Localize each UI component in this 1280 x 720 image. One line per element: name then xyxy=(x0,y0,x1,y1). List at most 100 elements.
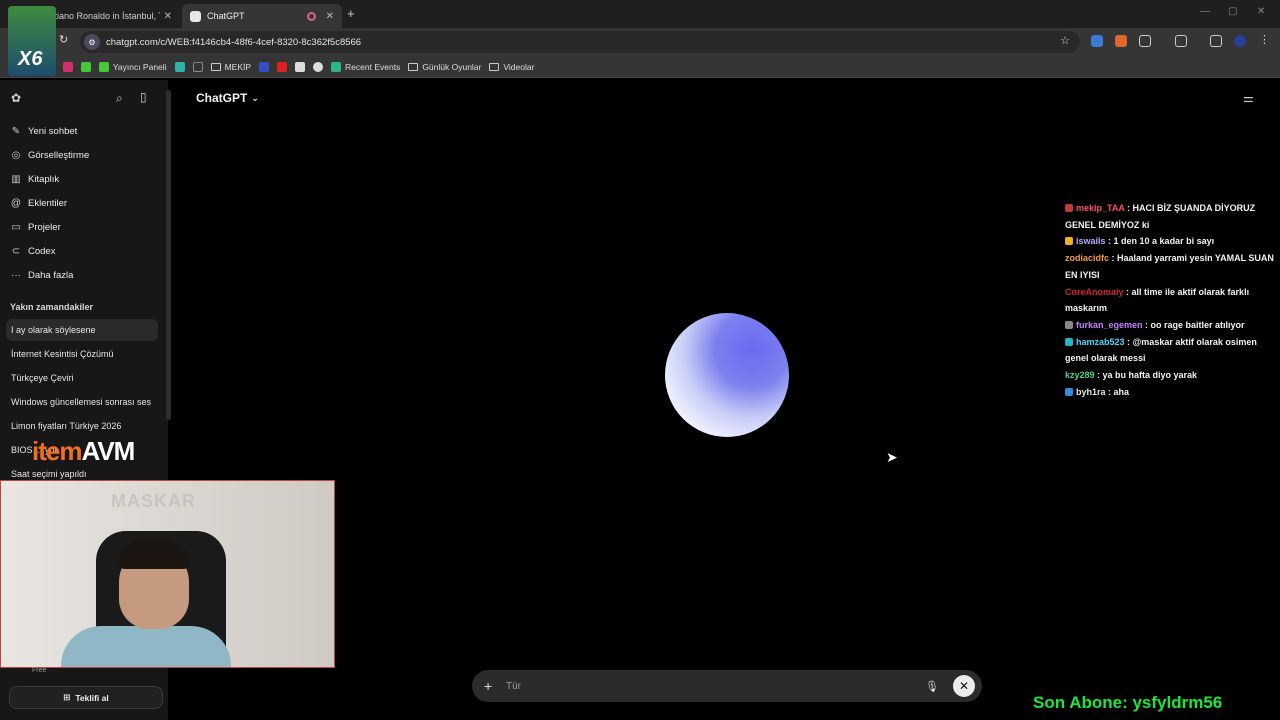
tab-bar: istiano Ronaldo in İstanbul, T ✕ ChatGPT… xyxy=(0,0,1280,28)
extension-icon[interactable] xyxy=(1091,35,1103,47)
kick-icon[interactable] xyxy=(80,61,91,72)
sidebar-item-library[interactable]: ▥ Kitaplık xyxy=(10,174,59,185)
close-icon[interactable]: ✕ xyxy=(326,11,334,22)
chat-username: iswails xyxy=(1076,236,1106,247)
openai-logo-icon[interactable]: ✿ xyxy=(11,91,21,105)
tab-title: istiano Ronaldo in İstanbul, T xyxy=(48,11,160,21)
tab-chatgpt[interactable]: ChatGPT ✕ xyxy=(182,4,342,28)
chat-message: CoreAnomaly : all time ile aktif olarak … xyxy=(1065,284,1275,317)
minimize-icon[interactable]: — xyxy=(1200,6,1210,17)
recent-chat-item[interactable]: İnternet Kesintisi Çözümü xyxy=(6,343,158,365)
reload-icon[interactable]: ↻ xyxy=(59,33,68,46)
model-selector[interactable]: ChatGPT ⌄ xyxy=(196,91,259,105)
sidebar-panel-icon[interactable] xyxy=(1175,35,1187,47)
composer-input[interactable]: Tür xyxy=(506,681,925,692)
extension-icon[interactable] xyxy=(1115,35,1127,47)
app-icon[interactable] xyxy=(259,61,270,72)
new-tab-button[interactable]: + xyxy=(347,6,355,21)
webcam-feed: MASKAR xyxy=(0,480,335,668)
upgrade-button[interactable]: ⊞ Teklifi al xyxy=(9,686,163,709)
chat-username: CoreAnomaly xyxy=(1065,286,1124,297)
recording-icon xyxy=(306,11,316,21)
bookmark-label: Yayıncı Paneli xyxy=(112,61,167,72)
bookmark-mekip[interactable]: MEKİP xyxy=(210,61,252,72)
end-voice-button[interactable]: ✕ xyxy=(953,675,975,697)
chatgpt-favicon-icon xyxy=(190,10,201,22)
sidebar-item-label: Projeler xyxy=(28,222,61,233)
chat-text: : aha xyxy=(1105,386,1130,397)
sidebar-item-label: Codex xyxy=(28,246,56,257)
message-composer[interactable]: + Tür 🎙 ✕ xyxy=(472,670,982,702)
chatgpt-icon[interactable] xyxy=(313,61,324,72)
maximize-icon[interactable]: ▢ xyxy=(1228,6,1237,17)
sidebar-toggle-icon[interactable]: ▯ xyxy=(140,90,147,104)
sidebar-item-plugins[interactable]: @ Eklentiler xyxy=(10,198,67,209)
recent-chat-item[interactable]: I ay olarak söylesene xyxy=(6,319,158,341)
chat-message: kzy289 : ya bu hafta diyo yarak xyxy=(1065,367,1275,384)
chat-message: zodiacidfc : Haaland yarrami yesin YAMAL… xyxy=(1065,250,1275,283)
codex-icon: ⊂ xyxy=(11,246,21,257)
bookmark-label: Günlük Oyunlar xyxy=(422,61,482,72)
chat-username: zodiacidfc xyxy=(1065,253,1110,264)
sidebar-item-projects[interactable]: ▭ Projeler xyxy=(10,222,61,233)
last-subscriber: Son Abone: ysfyldrm56 xyxy=(1033,693,1223,712)
mouse-cursor-icon: ➤ xyxy=(886,449,898,465)
streamer-hair xyxy=(119,539,189,569)
upgrade-label: Teklifi al xyxy=(75,692,109,703)
bookmark-recent-events[interactable]: Recent Events xyxy=(331,61,400,72)
sidebar-item-images[interactable]: ◎ Görselleştirme xyxy=(10,150,90,161)
chat-badge-icon xyxy=(1065,204,1073,212)
chat-username: mekip_TAA xyxy=(1076,203,1125,213)
profile-avatar[interactable] xyxy=(1234,35,1246,47)
chat-username: hamzab523 xyxy=(1076,336,1125,347)
microphone-icon[interactable]: 🎙 xyxy=(925,680,939,693)
tab-title: ChatGPT xyxy=(207,11,245,21)
url-text[interactable]: chatgpt.com/c/WEB:f4146cb4-48f6-4cef-832… xyxy=(106,37,361,48)
window-close-icon[interactable]: ✕ xyxy=(1257,6,1265,17)
chat-badge-icon xyxy=(1065,337,1073,346)
site-info-icon[interactable]: ⚙ xyxy=(84,34,100,50)
webcam-watermark: MASKAR xyxy=(111,491,196,511)
sidebar-scrollbar[interactable] xyxy=(166,90,171,420)
sidebar-item-label: Eklentiler xyxy=(28,198,68,209)
chat-message: byh1ra : aha xyxy=(1065,384,1275,401)
chat-message: furkan_egemen : oo rage baitler atılıyor xyxy=(1065,317,1275,334)
chat-message: iswails : 1 den 10 a kadar bi sayı xyxy=(1065,233,1275,250)
voice-settings-icon[interactable]: ⚌ xyxy=(1243,91,1254,105)
bookmark-gunluk-oyunlar[interactable]: Günlük Oyunlar xyxy=(408,62,481,72)
search-icon[interactable]: ⌕ xyxy=(116,91,123,106)
media-control-icon[interactable] xyxy=(1210,35,1222,47)
tab-ronaldo[interactable]: istiano Ronaldo in İstanbul, T ✕ xyxy=(40,4,180,28)
sidebar-item-more[interactable]: ··· Daha fazla xyxy=(10,270,73,281)
menu-icon[interactable]: ⋮ xyxy=(1259,33,1271,46)
bookmark-star-icon[interactable]: ☆ xyxy=(1060,34,1070,47)
library-icon: ▥ xyxy=(11,174,21,185)
chat-message: mekip_TAA : HACI BİZ ŞUANDA DİYORUZ GENE… xyxy=(1065,200,1275,233)
close-icon[interactable]: ✕ xyxy=(164,11,172,22)
recent-chat-item[interactable]: Türkçeye Çeviri xyxy=(6,367,158,389)
sidebar-item-label: Yeni sohbet xyxy=(28,126,78,137)
recent-chat-item[interactable]: Windows güncellemesi sonrası ses xyxy=(6,391,158,413)
sidebar-item-codex[interactable]: ⊂ Codex xyxy=(10,246,56,257)
app-icon xyxy=(331,61,342,72)
stream-logo-text: X6 xyxy=(18,48,43,70)
chat-badge-icon xyxy=(1065,237,1073,246)
image-icon[interactable] xyxy=(295,61,306,72)
sidebar-item-new-chat[interactable]: ✎ Yeni sohbet xyxy=(10,126,78,137)
plus-icon[interactable]: + xyxy=(484,678,498,694)
app-icon[interactable] xyxy=(174,61,185,72)
youtube-icon[interactable] xyxy=(277,61,288,72)
image-icon: ◎ xyxy=(11,150,21,161)
bookmarks-bar: 𝕏 Yayıncı Paneli MEKİP Recent Events Gün… xyxy=(0,56,1280,78)
instagram-icon[interactable] xyxy=(62,61,73,72)
sidebar-item-label: Görselleştirme xyxy=(28,150,90,161)
recent-chat-item[interactable]: Limon fiyatları Türkiye 2026 xyxy=(6,415,158,437)
address-bar[interactable]: ⚙ chatgpt.com/c/WEB:f4146cb4-48f6-4cef-8… xyxy=(80,31,1080,53)
plan-label: Free xyxy=(32,667,47,674)
bookmark-label: MEKİP xyxy=(224,61,252,72)
bookmark-yayinci-paneli[interactable]: Yayıncı Paneli xyxy=(98,61,167,72)
bookmark-videolar[interactable]: Videolar xyxy=(489,62,534,72)
terminal-icon[interactable] xyxy=(192,61,203,72)
folder-icon xyxy=(210,62,221,71)
extensions-puzzle-icon[interactable] xyxy=(1139,35,1151,47)
